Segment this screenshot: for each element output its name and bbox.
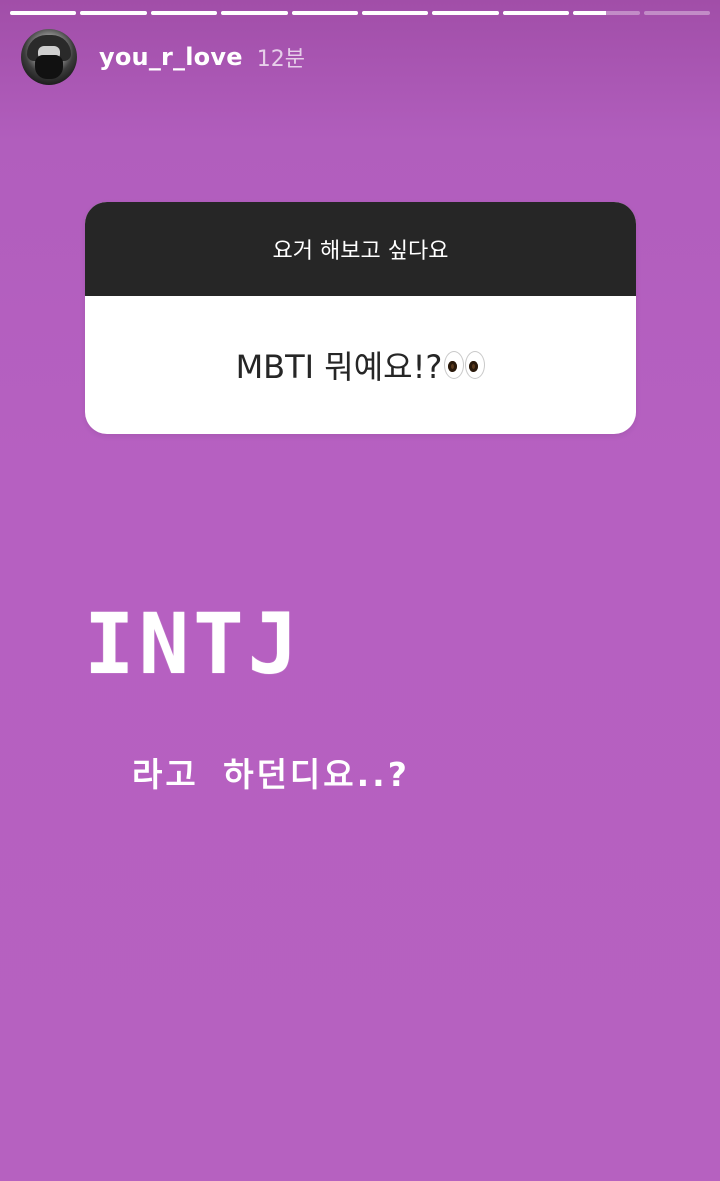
- eye-right: [465, 351, 486, 379]
- progress-segment: [362, 11, 429, 15]
- progress-segment: [502, 11, 570, 15]
- question-prompt: 요거 해보고 싶다요: [272, 239, 449, 264]
- progress-segment: [291, 11, 359, 15]
- progress-segment: [221, 11, 288, 15]
- eyes-icon: [444, 351, 486, 379]
- progress-segment: [10, 11, 77, 15]
- timestamp: 12분: [256, 47, 305, 72]
- eye-left: [444, 351, 465, 379]
- progress-segment: [643, 11, 711, 15]
- progress-segment: [150, 11, 218, 15]
- avatar[interactable]: [21, 29, 77, 85]
- story-header: you_r_love 12분: [21, 28, 699, 86]
- question-answer: MBTI 뭐예요!?: [235, 348, 443, 386]
- username[interactable]: you_r_love: [99, 43, 243, 71]
- story-progress-bar: [10, 11, 711, 15]
- question-sticker[interactable]: 요거 해보고 싶다요 MBTI 뭐예요!?: [85, 202, 636, 434]
- question-prompt-bar: 요거 해보고 싶다요: [85, 202, 636, 296]
- question-answer-area: MBTI 뭐예요!?: [85, 296, 636, 434]
- progress-segment: [432, 11, 499, 15]
- progress-segment: [573, 11, 640, 15]
- story-main-text: INTJ: [84, 595, 303, 693]
- story-sub-text: 라고 하던디요..?: [132, 755, 410, 794]
- progress-segment: [80, 11, 147, 15]
